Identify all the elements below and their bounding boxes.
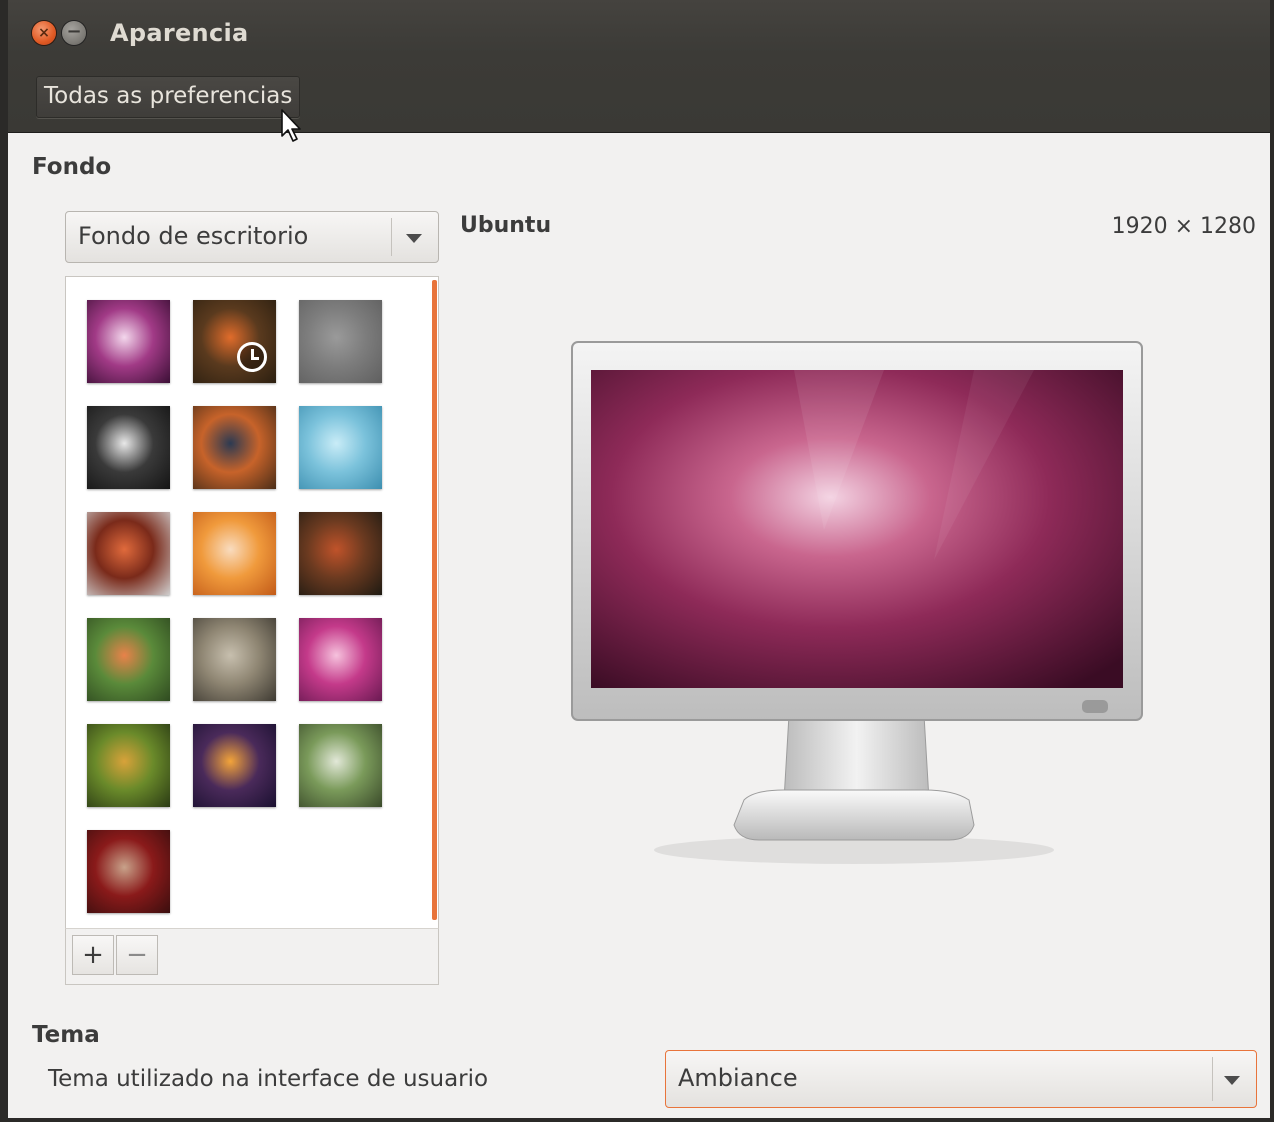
wallpaper-thumbnail[interactable]: [299, 300, 382, 383]
background-source-value: Fondo de escritorio: [78, 222, 309, 250]
wallpaper-thumbnail[interactable]: [87, 406, 170, 489]
theme-description: Tema utilizado na interface de usuario: [48, 1066, 489, 1092]
wallpaper-resolution: 1920 × 1280: [1111, 214, 1256, 239]
wallpaper-thumbnail[interactable]: [193, 406, 276, 489]
wallpaper-thumbnail[interactable]: [193, 300, 276, 383]
remove-wallpaper-button[interactable]: −: [116, 935, 158, 975]
add-wallpaper-button[interactable]: +: [72, 935, 114, 975]
combo-separator: [391, 218, 392, 256]
dropdown-arrow-icon: [406, 234, 422, 243]
wallpaper-thumbnail[interactable]: [87, 512, 170, 595]
close-icon[interactable]: ×: [32, 21, 56, 45]
minimize-icon[interactable]: −: [62, 21, 86, 45]
theme-combo[interactable]: Ambiance: [665, 1050, 1257, 1108]
appearance-window: × − Aparencia Todas as preferencias Fond…: [0, 0, 1274, 1122]
window-title: Aparencia: [110, 19, 249, 47]
dropdown-arrow-icon: [1224, 1076, 1240, 1085]
title-bar: × − Aparencia Todas as preferencias: [8, 0, 1270, 142]
wallpaper-thumbnail[interactable]: [299, 512, 382, 595]
all-settings-button[interactable]: Todas as preferencias: [36, 76, 300, 118]
wallpaper-thumbnail[interactable]: [299, 406, 382, 489]
wallpaper-thumbnail[interactable]: [193, 724, 276, 807]
wallpaper-thumbnail[interactable]: [193, 618, 276, 701]
wallpaper-thumbnail[interactable]: [87, 300, 170, 383]
background-source-combo[interactable]: Fondo de escritorio: [65, 211, 439, 263]
thumbnail-scrollbar[interactable]: [432, 280, 437, 920]
wallpaper-thumbnail[interactable]: [299, 618, 382, 701]
wallpaper-thumbnail[interactable]: [299, 724, 382, 807]
background-section-title: Fondo: [32, 154, 112, 180]
wallpaper-thumbnail[interactable]: [87, 724, 170, 807]
theme-section-title: Tema: [32, 1022, 100, 1048]
wallpaper-thumbnail[interactable]: [87, 618, 170, 701]
clock-icon: [237, 342, 267, 372]
monitor-power-button: [1082, 700, 1108, 713]
wallpaper-thumbnail[interactable]: [87, 830, 170, 913]
wallpaper-name: Ubuntu: [460, 213, 552, 238]
mouse-pointer-icon: [281, 109, 301, 142]
monitor-preview: [571, 341, 1143, 864]
wallpaper-thumbnail[interactable]: [193, 512, 276, 595]
theme-combo-value: Ambiance: [678, 1064, 798, 1092]
combo-separator: [1212, 1057, 1213, 1101]
